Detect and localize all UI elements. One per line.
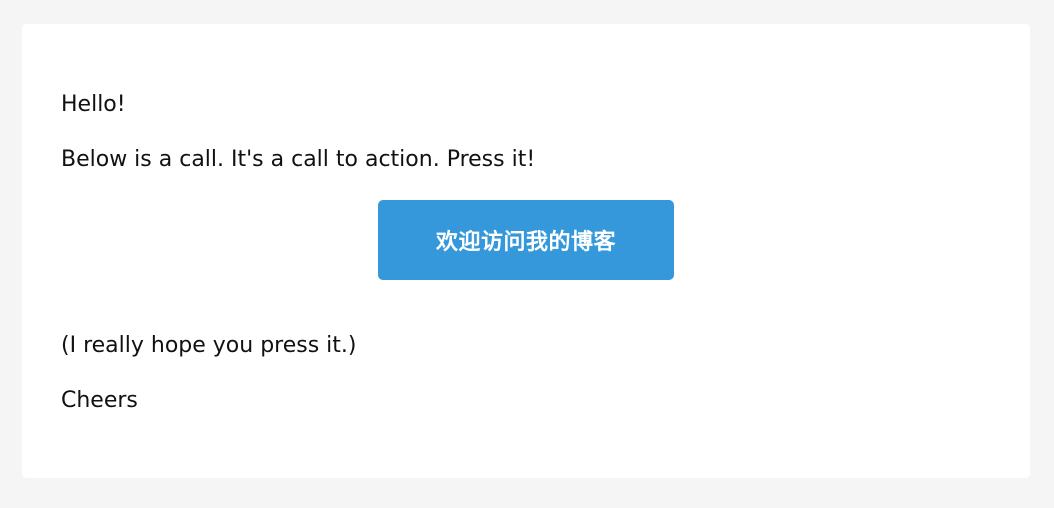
greeting-text: Hello! <box>61 92 126 117</box>
intro-text: Below is a call. It's a call to action. … <box>61 147 536 172</box>
signoff-text: Cheers <box>61 388 138 413</box>
hope-text: (I really hope you press it.) <box>61 333 357 358</box>
call-to-action-button[interactable]: 欢迎访问我的博客 <box>378 200 674 280</box>
email-card: Hello! Below is a call. It's a call to a… <box>22 24 1030 478</box>
